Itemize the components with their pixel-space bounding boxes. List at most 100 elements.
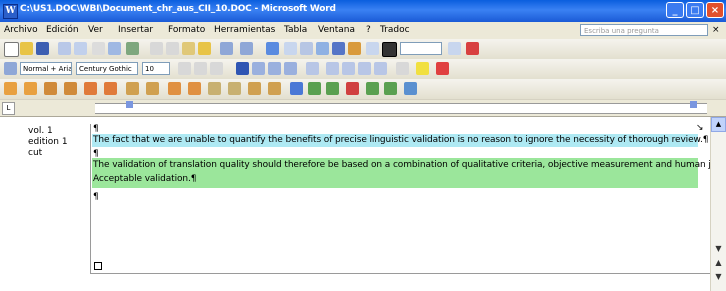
spelling-icon[interactable] — [126, 42, 139, 55]
increase-indent-icon[interactable] — [374, 62, 387, 75]
show-hide-icon[interactable] — [382, 42, 397, 57]
line-spacing-icon[interactable] — [306, 62, 319, 75]
menu-ventana[interactable]: Ventana — [318, 25, 355, 35]
ruler-scale[interactable] — [95, 103, 707, 114]
center-icon[interactable] — [252, 62, 265, 75]
menu-bar: Archivo Edición Ver Insertar Formato Her… — [0, 22, 726, 39]
hyperlink-icon[interactable] — [266, 42, 279, 55]
maximize-button[interactable]: □ — [686, 2, 704, 18]
print-icon[interactable] — [92, 42, 105, 55]
tradoc-prev-icon[interactable] — [84, 82, 97, 95]
tradoc-confirm-icon[interactable] — [366, 82, 379, 95]
undo-icon[interactable] — [220, 42, 233, 55]
menu-insertar[interactable]: Insertar — [118, 25, 153, 35]
styles-formatting-icon[interactable] — [4, 62, 17, 75]
help-icon[interactable] — [448, 42, 461, 55]
tradoc-options-icon[interactable] — [248, 82, 261, 95]
tradoc-delete-icon[interactable] — [228, 82, 241, 95]
tradoc-close-icon[interactable] — [24, 82, 37, 95]
copy-icon[interactable] — [166, 42, 179, 55]
paragraph-mark: ¶ — [93, 124, 99, 134]
menu-edicion[interactable]: Edición — [46, 25, 79, 35]
columns-icon[interactable] — [332, 42, 345, 55]
standard-toolbar — [0, 39, 726, 60]
tables-borders-icon[interactable] — [284, 42, 297, 55]
tradoc-restore-icon[interactable] — [188, 82, 201, 95]
vertical-scrollbar[interactable]: ▲ ▼ ▲ ▼ — [710, 117, 726, 291]
format-painter-icon[interactable] — [198, 42, 211, 55]
highlight-icon[interactable] — [416, 62, 429, 75]
align-left-icon[interactable] — [236, 62, 249, 75]
email-icon[interactable] — [74, 42, 87, 55]
tradoc-segment-icon[interactable] — [168, 82, 181, 95]
print-preview-icon[interactable] — [108, 42, 121, 55]
tradoc-open-icon[interactable] — [4, 82, 17, 95]
menu-help[interactable]: ? — [366, 25, 371, 35]
insert-excel-icon[interactable] — [316, 42, 329, 55]
tradoc-get-icon[interactable] — [44, 82, 57, 95]
decrease-indent-icon[interactable] — [358, 62, 371, 75]
open-folder-icon[interactable] — [20, 42, 33, 55]
tradoc-flag-icon[interactable] — [346, 82, 359, 95]
tradoc-statistics-icon[interactable] — [404, 82, 417, 95]
italic-icon[interactable] — [194, 62, 207, 75]
document-map-icon[interactable] — [366, 42, 379, 55]
paragraph-mark: ¶ — [93, 192, 99, 202]
tab-selector[interactable]: L — [2, 102, 15, 115]
tradoc-down-icon[interactable] — [326, 82, 339, 95]
indent-marker-icon[interactable] — [126, 101, 133, 108]
target-paragraph-line1[interactable]: The validation of translation quality sh… — [93, 160, 726, 170]
new-document-icon[interactable] — [4, 42, 19, 57]
paste-icon[interactable] — [182, 42, 195, 55]
citation-edition: edition 1 — [28, 137, 68, 147]
justify-icon[interactable] — [284, 62, 297, 75]
source-paragraph[interactable]: The fact that we are unable to quantify … — [93, 135, 708, 145]
insert-table-icon[interactable] — [300, 42, 313, 55]
numbering-icon[interactable] — [326, 62, 339, 75]
end-of-document-marker — [94, 262, 102, 270]
menu-archivo[interactable]: Archivo — [4, 25, 38, 35]
menu-tradoc[interactable]: Tradoc — [380, 25, 410, 35]
tradoc-copy-source-icon[interactable] — [208, 82, 221, 95]
word-app-icon[interactable]: W — [3, 4, 18, 19]
right-indent-marker-icon[interactable] — [690, 101, 697, 108]
close-button[interactable]: × — [706, 2, 724, 18]
font-color-icon[interactable] — [436, 62, 449, 75]
zoom-select[interactable] — [400, 42, 442, 55]
menu-formato[interactable]: Formato — [168, 25, 205, 35]
menu-tabla[interactable]: Tabla — [284, 25, 307, 35]
border-icon[interactable] — [396, 62, 409, 75]
tradoc-set-icon[interactable] — [64, 82, 77, 95]
minimize-button[interactable]: _ — [666, 2, 684, 18]
bold-icon[interactable] — [178, 62, 191, 75]
previous-page-button[interactable]: ▲ — [712, 257, 725, 268]
bullets-icon[interactable] — [342, 62, 355, 75]
tradoc-find-icon[interactable] — [268, 82, 281, 95]
font-select[interactable]: Century Gothic — [76, 62, 138, 75]
style-select[interactable]: Normal + Arial — [20, 62, 72, 75]
underline-icon[interactable] — [210, 62, 223, 75]
redo-icon[interactable] — [240, 42, 253, 55]
next-page-button[interactable]: ▼ — [712, 271, 725, 282]
tradoc-next-icon[interactable] — [104, 82, 117, 95]
align-right-icon[interactable] — [268, 62, 281, 75]
tradoc-arrow-down-icon[interactable] — [384, 82, 397, 95]
menu-ver[interactable]: Ver — [88, 25, 103, 35]
save-icon[interactable] — [36, 42, 49, 55]
tradoc-concordance-icon[interactable] — [126, 82, 139, 95]
target-paragraph-line2[interactable]: Acceptable validation.¶ — [93, 174, 197, 184]
cut-icon[interactable] — [150, 42, 163, 55]
tradoc-search-icon[interactable] — [290, 82, 303, 95]
help-question-input[interactable]: Escriba una pregunta — [580, 24, 708, 36]
tradoc-up-icon[interactable] — [308, 82, 321, 95]
drawing-icon[interactable] — [348, 42, 361, 55]
horizontal-ruler: L — [0, 100, 726, 117]
font-size-select[interactable]: 10 — [142, 62, 170, 75]
tradoc-glossary-icon[interactable] — [146, 82, 159, 95]
scroll-up-button[interactable]: ▲ — [711, 117, 726, 132]
read-icon[interactable] — [466, 42, 479, 55]
permission-icon[interactable] — [58, 42, 71, 55]
scroll-down-button[interactable]: ▼ — [712, 243, 725, 254]
menu-herramientas[interactable]: Herramientas — [214, 25, 275, 35]
help-close-icon[interactable]: × — [712, 25, 720, 35]
